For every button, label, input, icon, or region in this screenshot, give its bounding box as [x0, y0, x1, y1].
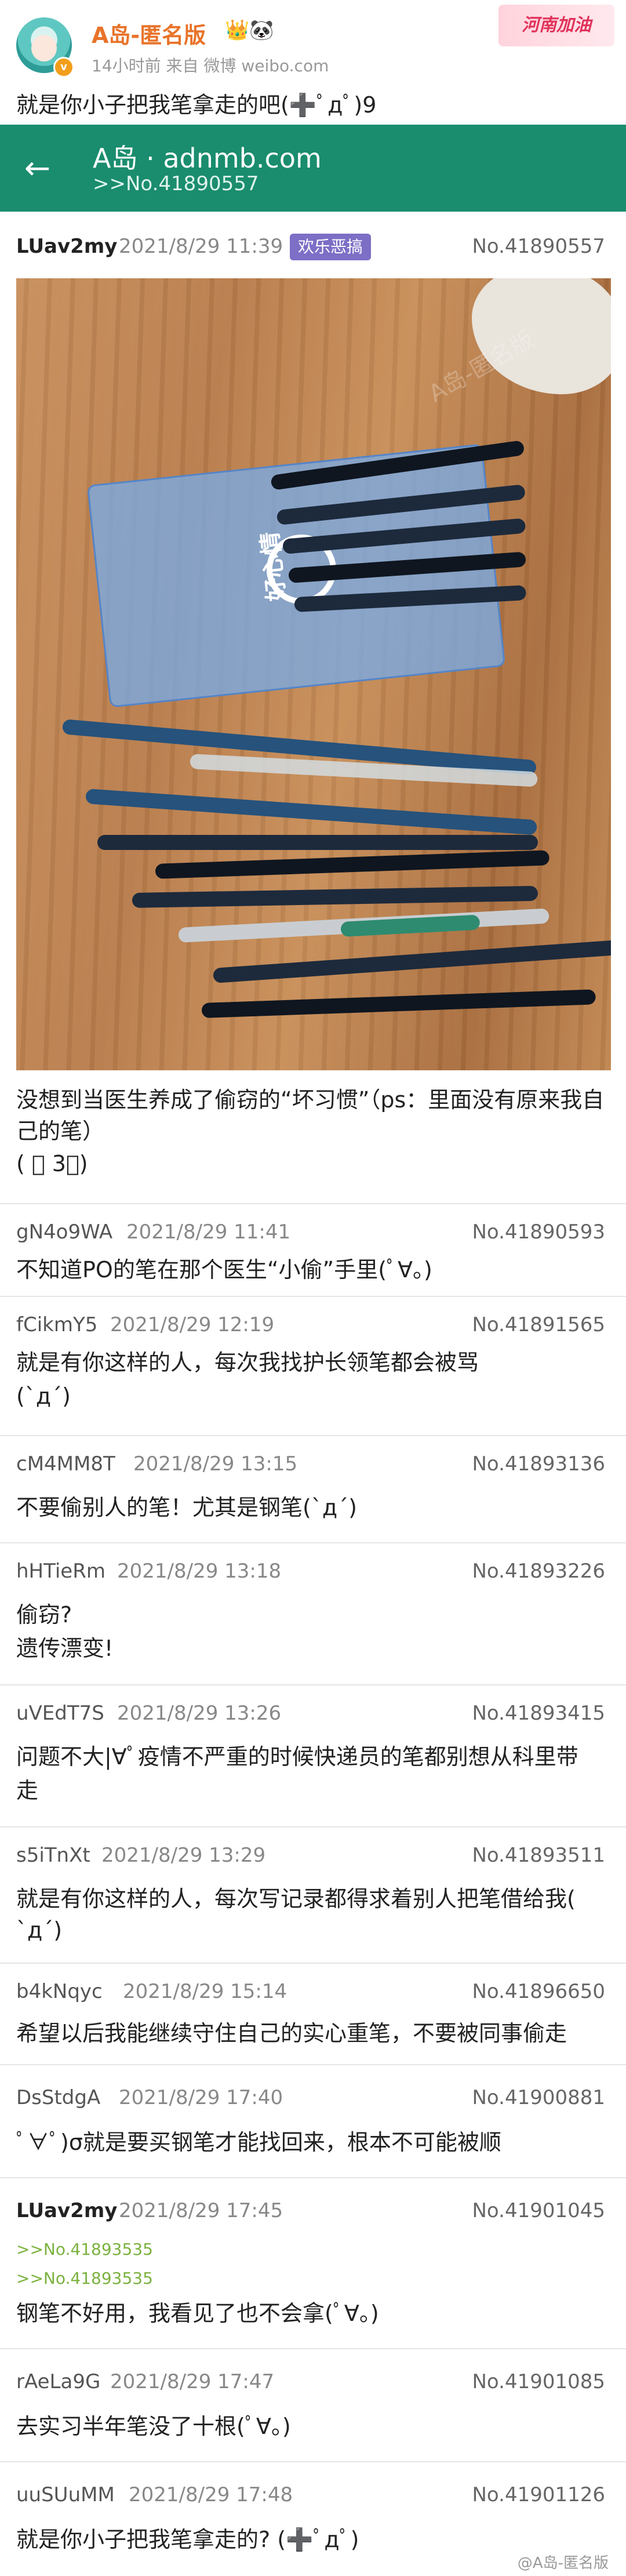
post-number[interactable]: No.41893226 — [472, 1560, 606, 1583]
post-number[interactable]: No.41890593 — [472, 1220, 606, 1244]
post-time: 2021/8/29 13:29 — [101, 1844, 266, 1867]
post-uid[interactable]: rAeLa9G — [16, 2370, 100, 2393]
post-uid[interactable]: cM4MM8T — [16, 1452, 115, 1476]
post-number[interactable]: No.41893511 — [472, 1844, 606, 1867]
post-time: 2021/8/29 17:40 — [119, 2086, 283, 2109]
post-number[interactable]: No.41893136 — [472, 1452, 606, 1476]
post-uid[interactable]: fCikmY5 — [16, 1313, 97, 1336]
post-body-line2: ( ﾟ 3ﾟ) — [16, 1151, 88, 1176]
reply-post: DsStdgA 2021/8/29 17:40 No.41900881 ﾟ∀ﾟ)… — [0, 2064, 626, 2178]
post-body-line2: 走 — [16, 1778, 39, 1803]
reply-post: uVEdT7S 2021/8/29 13:26 No.41893415 问题不大… — [0, 1684, 626, 1827]
post-uid[interactable]: uuSUuMM — [16, 2483, 115, 2506]
post-number[interactable]: No.41901045 — [472, 2199, 606, 2222]
post-body: 就是有你这样的人，每次我找护长领笔都会被骂 — [16, 1350, 479, 1375]
post-uid[interactable]: uVEdT7S — [16, 1702, 104, 1725]
post-body: 就是你小子把我笔拿走的? (➕ﾟдﾟ) — [16, 2527, 359, 2552]
post-number[interactable]: No.41900881 — [472, 2086, 606, 2109]
app-bar: ← A岛 · adnmb.com >>No.41890557 — [0, 125, 626, 212]
weibo-header: v A岛-匿名版 👑🐼 14小时前 来自 微博 weibo.com 河南加油 — [0, 0, 626, 81]
post-time: 2021/8/29 15:14 — [123, 1980, 287, 2003]
post-body-line2: 遗传漂变! — [16, 1636, 114, 1661]
post-uid[interactable]: b4kNqyc — [16, 1980, 103, 2003]
post-body: 就是有你这样的人，每次写记录都得求着别人把笔借给我( — [16, 1886, 576, 1912]
post-uid[interactable]: DsStdgA — [16, 2086, 100, 2109]
post-time: 2021/8/29 13:15 — [133, 1452, 298, 1476]
post-body: ﾟ∀ﾟ)σ就是要买钢笔才能找回来，根本不可能被顺 — [16, 2130, 501, 2155]
post-time: 2021/8/29 13:18 — [117, 1560, 282, 1583]
category-tag[interactable]: 欢乐恶搞 — [290, 234, 372, 260]
post-body: 希望以后我能继续守住自己的实心重笔，不要被同事偷走 — [16, 2021, 567, 2046]
post-body-line2: (`д´) — [16, 1383, 71, 1409]
verified-badge-icon: v — [53, 57, 74, 78]
reply-post: b4kNqyc 2021/8/29 15:14 No.41896650 希望以后… — [0, 1963, 626, 2065]
post-body: 没想到当医生养成了偷窃的“坏习惯”（ps：里面没有原来我自己的笔） — [16, 1087, 605, 1144]
post-number[interactable]: No.41901085 — [472, 2370, 606, 2393]
post-number[interactable]: No.41896650 — [472, 1980, 606, 2003]
thread-post: LUav2my 2021/8/29 11:39 欢乐恶搞 No.41890557… — [0, 212, 626, 1204]
post-body: 钢笔不好用，我看见了也不会拿(ﾟ∀。) — [16, 2301, 379, 2326]
weibo-username[interactable]: A岛-匿名版 — [92, 17, 206, 49]
post-number[interactable]: No.41901126 — [472, 2483, 606, 2506]
weibo-post-text: 就是你小子把我笔拿走的吧(➕ﾟдﾟ)9 — [16, 92, 377, 118]
reply-post: hHTieRm 2021/8/29 13:18 No.41893226 偷窃? … — [0, 1542, 626, 1685]
back-arrow-icon[interactable]: ← — [24, 152, 50, 184]
quote-reference[interactable]: >>No.41893535 — [16, 2240, 153, 2259]
post-image[interactable]: 好心情 A岛-匿名版 — [16, 278, 611, 1070]
post-time: 2021/8/29 11:41 — [126, 1220, 291, 1244]
post-number[interactable]: No.41891565 — [472, 1313, 606, 1336]
post-uid[interactable]: s5iTnXt — [16, 1844, 90, 1867]
post-body: 不知道PO的笔在那个医生“小偷”手里(ﾟ∀。) — [16, 1257, 432, 1282]
post-body: 去实习半年笔没了十根(ﾟ∀。) — [16, 2414, 291, 2439]
reply-post: cM4MM8T 2021/8/29 13:15 No.41893136 不要偷别… — [0, 1435, 626, 1543]
weibo-post-meta: 14小时前 来自 微博 weibo.com — [92, 56, 329, 75]
post-number[interactable]: No.41890557 — [472, 235, 606, 258]
reply-post: fCikmY5 2021/8/29 12:19 No.41891565 就是有你… — [0, 1296, 626, 1436]
post-time: 2021/8/29 17:48 — [129, 2483, 293, 2506]
post-body-line2: `д´) — [16, 1917, 63, 1943]
reply-post: rAeLa9G 2021/8/29 17:47 No.41901085 去实习半… — [0, 2348, 626, 2462]
post-number[interactable]: No.41893415 — [472, 1702, 606, 1725]
campaign-badge[interactable]: 河南加油 — [498, 5, 614, 46]
post-time: 2021/8/29 17:45 — [119, 2199, 283, 2222]
post-body: 问题不大|∀ﾟ疫情不严重的时候快递员的笔都别想从科里带 — [16, 1744, 578, 1770]
app-bar-title: A岛 · adnmb.com — [93, 143, 322, 174]
post-time: 2021/8/29 13:26 — [117, 1702, 282, 1725]
reply-post: s5iTnXt 2021/8/29 13:29 No.41893511 就是有你… — [0, 1826, 626, 1964]
app-bar-subtitle: >>No.41890557 — [93, 172, 259, 195]
post-uid[interactable]: LUav2my — [16, 2199, 117, 2222]
post-uid[interactable]: LUav2my — [16, 235, 117, 258]
post-uid[interactable]: gN4o9WA — [16, 1220, 112, 1244]
post-time: 2021/8/29 11:39 — [119, 235, 283, 258]
user-badge-icons: 👑🐼 — [225, 19, 274, 42]
post-time: 2021/8/29 12:19 — [110, 1313, 275, 1336]
footer-watermark: @A岛-匿名版 — [517, 2555, 609, 2572]
reply-post: LUav2my 2021/8/29 17:45 No.41901045 >>No… — [0, 2177, 626, 2349]
post-body: 不要偷别人的笔！尤其是钢笔(`д´) — [16, 1495, 357, 1520]
post-time: 2021/8/29 17:47 — [110, 2370, 275, 2393]
quote-reference[interactable]: >>No.41893535 — [16, 2269, 153, 2288]
post-body: 偷窃? — [16, 1602, 72, 1627]
post-uid[interactable]: hHTieRm — [16, 1560, 105, 1583]
reply-post: gN4o9WA 2021/8/29 11:41 No.41890593 不知道P… — [0, 1203, 626, 1297]
